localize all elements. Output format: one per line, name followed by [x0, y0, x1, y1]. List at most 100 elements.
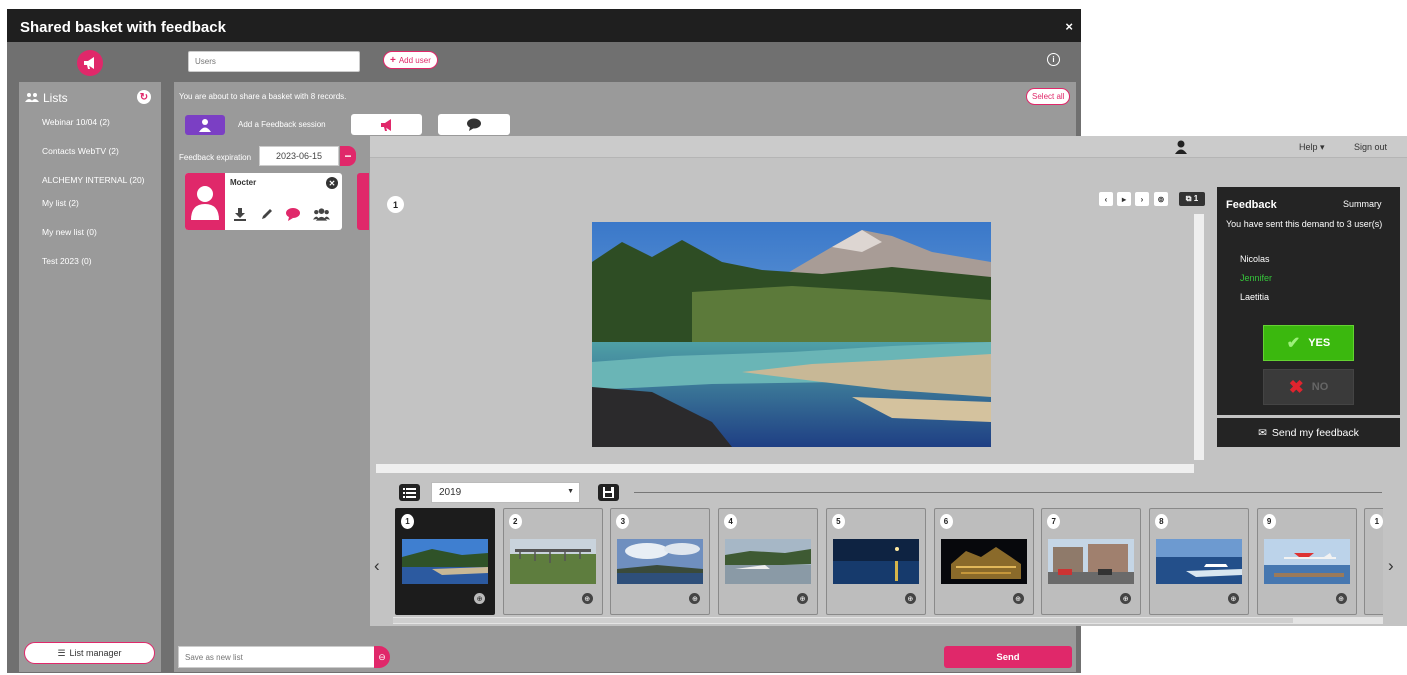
divider — [634, 492, 1382, 493]
feedback-message: You have sent this demand to 3 user(s) — [1226, 219, 1383, 229]
feedback-panel: Feedback Summary You have sent this dema… — [1217, 187, 1400, 415]
thumbnail-image — [940, 539, 1027, 584]
feedback-title: Feedback — [1226, 199, 1277, 211]
close-icon[interactable]: × — [1065, 19, 1073, 34]
zoom-icon[interactable]: ⊕ — [581, 593, 593, 604]
add-user-button[interactable]: + Add user — [383, 51, 438, 69]
plus-icon: + — [390, 54, 396, 66]
save-icon[interactable] — [598, 484, 619, 501]
fullscreen-icon[interactable]: ⧉ 1 — [1179, 192, 1205, 206]
send-button[interactable]: Send — [944, 646, 1072, 668]
zoom-icon[interactable]: ⊕ — [1227, 593, 1239, 604]
lists-title: Lists — [43, 91, 68, 105]
chevron-down-icon: ▼ — [567, 488, 574, 495]
zoom-icon[interactable]: ⊕ — [904, 593, 916, 604]
users-group-icon — [25, 91, 39, 105]
list-item[interactable]: Webinar 10/04 (2) — [42, 117, 110, 127]
list-item[interactable]: My new list (0) — [42, 227, 97, 237]
feedback-user: Nicolas — [1240, 254, 1270, 264]
info-icon[interactable]: i — [1047, 53, 1060, 66]
thumbnail[interactable]: 2 ⊕ — [502, 508, 603, 615]
comment-tab[interactable] — [438, 114, 510, 135]
play-icon[interactable]: ▸ — [1117, 192, 1131, 206]
thumbnail[interactable]: 6 ⊕ — [933, 508, 1034, 615]
thumbnail[interactable]: 1 ⊕ — [395, 508, 495, 615]
sign-out-link[interactable]: Sign out — [1354, 142, 1387, 152]
thumbnail-number: 3 — [616, 514, 630, 529]
main-photo — [592, 222, 991, 447]
users-input[interactable] — [188, 51, 360, 72]
year-select[interactable]: 2019 ▼ — [431, 482, 580, 503]
group-icon[interactable] — [313, 205, 330, 222]
strip-scrollbar[interactable] — [393, 617, 1383, 624]
help-menu[interactable]: Help ▾ — [1299, 142, 1325, 153]
list-item[interactable]: Contacts WebTV (2) — [42, 146, 119, 156]
megaphone-tab[interactable] — [351, 114, 422, 135]
settings-icon[interactable]: ⊚ — [1154, 192, 1168, 206]
add-feedback-button[interactable] — [185, 115, 225, 135]
list-item[interactable]: ALCHEMY INTERNAL (20) — [42, 175, 145, 185]
download-icon[interactable] — [231, 205, 248, 222]
thumbnail[interactable]: 3 ⊕ — [610, 508, 711, 615]
thumbnail-number: 6 — [939, 514, 953, 529]
list-item[interactable]: Test 2023 (0) — [42, 256, 92, 266]
share-message: You are about to share a basket with 8 r… — [179, 92, 347, 101]
user-silhouette-icon — [191, 185, 219, 220]
lists-panel: Lists ↻ Webinar 10/04 (2) Contacts WebTV… — [19, 82, 161, 672]
list-item[interactable]: My list (2) — [42, 198, 79, 208]
expiration-date-field[interactable]: 2023-06-15 — [259, 146, 339, 166]
list-view-icon[interactable] — [399, 484, 420, 501]
thumbnail[interactable]: 4 ⊕ — [718, 508, 819, 615]
zoom-icon[interactable]: ⊕ — [1335, 593, 1347, 604]
edit-icon[interactable] — [258, 205, 275, 222]
thumbnail-number: 5 — [831, 514, 845, 529]
save-list-button[interactable]: ⊖ — [374, 646, 390, 668]
strip-prev-icon[interactable]: ‹ — [374, 556, 380, 576]
zoom-icon[interactable]: ⊕ — [1120, 593, 1132, 604]
record-viewer: 1 ‹ ▸ › ⊚ ⧉ 1 — [370, 180, 1206, 476]
zoom-icon[interactable]: ⊕ — [797, 593, 809, 604]
strip-next-icon[interactable]: › — [1388, 556, 1394, 576]
megaphone-icon — [380, 118, 391, 131]
zoom-icon[interactable]: ⊕ — [1012, 593, 1024, 604]
thumbnail[interactable]: 1 — [1364, 508, 1383, 615]
thumbnail[interactable]: 7 ⊕ — [1041, 508, 1142, 615]
top-bar: Help ▾ Sign out — [370, 136, 1407, 158]
zoom-icon[interactable]: ⊕ — [689, 593, 701, 604]
thumbnail[interactable]: 8 ⊕ — [1148, 508, 1249, 615]
user-card-name: Mocter — [230, 178, 257, 187]
thumbnail[interactable]: 9 ⊕ — [1256, 508, 1357, 615]
strip-scroll-thumb[interactable] — [393, 618, 1293, 623]
thumbnail-number: 4 — [724, 514, 738, 529]
user-account-icon[interactable] — [1173, 139, 1189, 155]
check-icon: ✔ — [1286, 335, 1301, 352]
thumbnail[interactable]: 5 ⊕ — [825, 508, 926, 615]
save-list-input[interactable] — [178, 646, 375, 668]
thumbnail-image — [832, 539, 919, 584]
vertical-scrollbar[interactable] — [1194, 214, 1204, 460]
feedback-user: Jennifer — [1240, 273, 1273, 283]
cross-icon: ✖ — [1288, 376, 1304, 397]
previous-icon[interactable]: ‹ — [1099, 192, 1113, 206]
thumbnail-strip: 1 ⊕ 2 ⊕ 3 ⊕ 4 ⊕ 5 ⊕ 6 ⊕ 7 ⊕ 8 ⊕ 9 ⊕ 1 — [395, 508, 1383, 616]
next-icon[interactable]: › — [1135, 192, 1149, 206]
list-manager-button[interactable]: ☰ List manager — [24, 642, 155, 664]
yes-button[interactable]: ✔ YES — [1263, 325, 1354, 361]
user-icon — [199, 119, 211, 132]
list-icon: ☰ — [57, 647, 66, 658]
thumbnail-image — [617, 539, 704, 584]
refresh-icon[interactable]: ↻ — [137, 90, 151, 104]
basket-toolbar: 2019 ▼ — [370, 478, 1407, 506]
zoom-icon[interactable]: ⊕ — [474, 593, 485, 604]
thumbnail-image — [725, 539, 812, 584]
thumbnail-image — [509, 539, 596, 584]
summary-link[interactable]: Summary — [1343, 199, 1382, 209]
select-all-button[interactable]: Select all — [1026, 88, 1071, 105]
remove-user-icon[interactable]: ✕ — [326, 177, 338, 189]
remove-expiration-button[interactable]: − — [340, 146, 356, 166]
comment-icon[interactable] — [284, 205, 301, 222]
avatar — [185, 173, 225, 230]
send-my-feedback-button[interactable]: ✉ Send my feedback — [1217, 418, 1400, 447]
no-button[interactable]: ✖ NO — [1263, 369, 1354, 405]
horizontal-scrollbar[interactable] — [376, 464, 1194, 473]
